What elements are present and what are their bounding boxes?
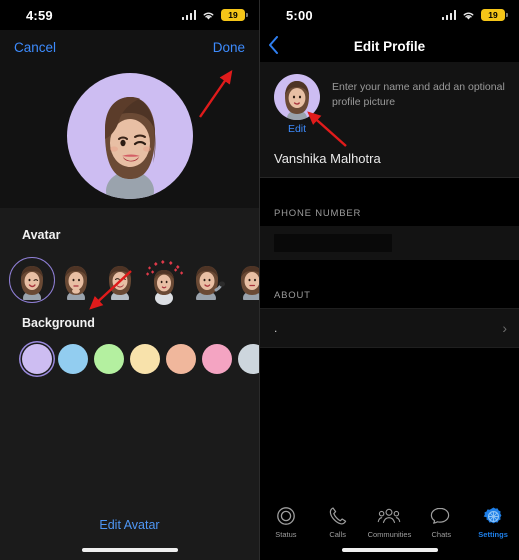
profile-card: Edit Enter your name and add an optional… xyxy=(260,62,519,178)
right-screen-edit-profile: 5:00 19 Edit Profile Edit Enter your nam… xyxy=(259,0,519,560)
redacted-phone-number xyxy=(274,234,392,252)
cellular-bars-icon xyxy=(181,10,196,20)
bg-swatch-lavender[interactable] xyxy=(22,344,52,374)
cancel-button[interactable]: Cancel xyxy=(14,40,56,55)
avatar-chip-thinking[interactable] xyxy=(56,260,96,305)
bg-swatch-sky-blue[interactable] xyxy=(58,344,88,374)
bg-swatch-mint-green[interactable] xyxy=(94,344,124,374)
avatar-chip-neutral[interactable] xyxy=(232,260,259,305)
home-indicator xyxy=(341,548,438,552)
tab-calls[interactable]: Calls xyxy=(313,504,363,539)
avatar-chip-hearts[interactable] xyxy=(144,260,184,305)
left-screen-avatar-editor: 4:59 19 Cancel Done Avatar Background Ed… xyxy=(0,0,259,560)
profile-hint-text: Enter your name and add an optional prof… xyxy=(332,81,505,109)
cellular-bars-icon xyxy=(441,10,456,20)
bg-swatch-light-gray[interactable] xyxy=(238,344,259,374)
wifi-icon xyxy=(203,12,214,20)
communities-icon xyxy=(364,504,414,528)
bg-swatch-peach[interactable] xyxy=(166,344,196,374)
about-row[interactable]: . › xyxy=(260,308,519,348)
right-status-bar: 5:00 19 xyxy=(260,0,519,30)
gear-icon xyxy=(468,504,518,528)
bg-swatch-cream-yellow[interactable] xyxy=(130,344,160,374)
phone-icon xyxy=(313,504,363,528)
wifi-icon xyxy=(463,12,474,20)
avatar-options-panel: Avatar Background Edit Avatar xyxy=(0,208,259,560)
battery-level: 19 xyxy=(228,10,238,20)
background-section-title: Background xyxy=(22,316,95,330)
battery-level: 19 xyxy=(488,10,498,20)
avatar-chip-laughing[interactable] xyxy=(100,260,140,305)
page-title: Edit Profile xyxy=(353,38,426,54)
battery-icon: 19 xyxy=(221,9,248,21)
avatar-section-title: Avatar xyxy=(22,228,61,242)
tab-label: Communities xyxy=(367,530,412,539)
tab-label: Calls xyxy=(329,530,347,539)
background-swatch-row[interactable] xyxy=(0,340,259,374)
profile-name-field[interactable]: Vanshika Malhotra xyxy=(260,139,519,178)
phone-number-field[interactable] xyxy=(260,226,519,260)
status-icon xyxy=(261,504,311,528)
left-navbar: Cancel Done xyxy=(0,30,259,64)
avatar-chip-waving[interactable] xyxy=(188,260,228,305)
battery-icon: 19 xyxy=(481,9,508,21)
tab-label: Settings xyxy=(478,530,508,539)
tab-settings[interactable]: Settings xyxy=(468,504,518,539)
avatar-preview-area xyxy=(0,64,259,208)
chats-icon xyxy=(416,504,466,528)
status-time: 4:59 xyxy=(26,7,53,23)
profile-avatar[interactable] xyxy=(274,74,320,120)
tab-label: Status xyxy=(275,530,297,539)
edit-avatar-button[interactable]: Edit Avatar xyxy=(0,518,259,532)
tab-communities[interactable]: Communities xyxy=(364,504,414,539)
phone-number-label: PHONE NUMBER xyxy=(260,198,519,226)
bg-swatch-pink[interactable] xyxy=(202,344,232,374)
tab-chats[interactable]: Chats xyxy=(416,504,466,539)
edit-photo-button[interactable]: Edit xyxy=(274,123,320,135)
chevron-left-icon[interactable] xyxy=(268,35,279,57)
chevron-right-icon: › xyxy=(502,320,507,336)
tab-label: Chats xyxy=(431,530,452,539)
right-navbar: Edit Profile xyxy=(260,30,519,62)
left-status-bar: 4:59 19 xyxy=(0,0,259,30)
dual-screenshot: 4:59 19 Cancel Done Avatar Background Ed… xyxy=(0,0,519,560)
avatar-chip-wink[interactable] xyxy=(9,257,55,305)
tab-status[interactable]: Status xyxy=(261,504,311,539)
avatar-chip-row[interactable] xyxy=(0,252,259,305)
done-button[interactable]: Done xyxy=(213,40,245,55)
about-value: . xyxy=(274,321,278,335)
about-label: ABOUT xyxy=(260,280,519,308)
home-indicator xyxy=(81,548,178,552)
status-time: 5:00 xyxy=(286,7,313,23)
avatar-preview[interactable] xyxy=(66,73,193,199)
